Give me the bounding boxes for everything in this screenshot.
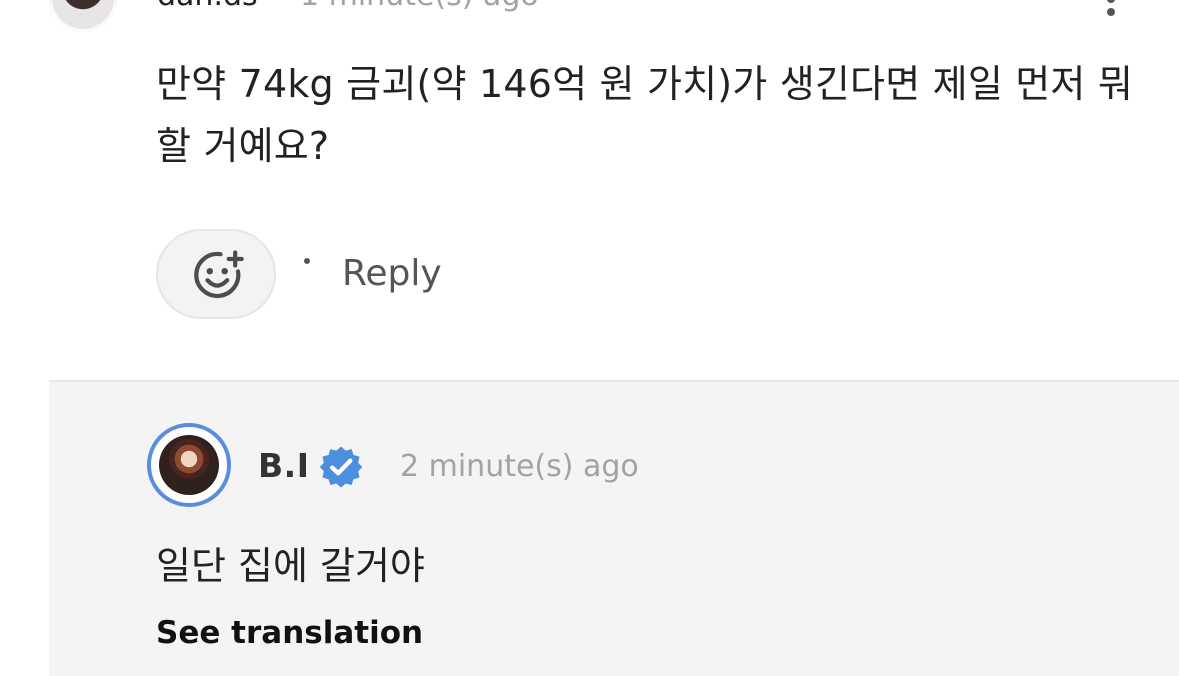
reply-text: 일단 집에 갈거야 <box>156 544 425 588</box>
reply-button[interactable]: Reply <box>342 253 442 294</box>
top-comment: dan.ds 1 minute(s) ago 만약 74kg 금괴(약 146억… <box>0 0 1179 380</box>
comment-text: 만약 74kg 금괴(약 146억 원 가치)가 생긴다면 제일 먼저 뭐 할 … <box>156 62 1134 168</box>
avatar[interactable] <box>147 423 231 507</box>
separator-dot <box>304 258 310 264</box>
reply-timestamp: 2 minute(s) ago <box>400 449 639 484</box>
verified-badge-icon <box>319 446 363 488</box>
avatar[interactable] <box>49 0 117 32</box>
comment-username[interactable]: dan.ds <box>157 0 258 13</box>
add-reaction-button[interactable] <box>156 229 276 319</box>
more-vertical-icon[interactable] <box>1102 0 1120 29</box>
see-translation-link[interactable]: See translation <box>156 615 423 651</box>
smiley-plus-icon <box>194 250 244 299</box>
reply-comment: B.I 2 minute(s) ago 일단 집에 갈거야 See transl… <box>49 380 1179 676</box>
comment-timestamp: 1 minute(s) ago <box>300 0 539 13</box>
avatar-image <box>159 435 219 495</box>
reply-username[interactable]: B.I <box>258 446 309 485</box>
